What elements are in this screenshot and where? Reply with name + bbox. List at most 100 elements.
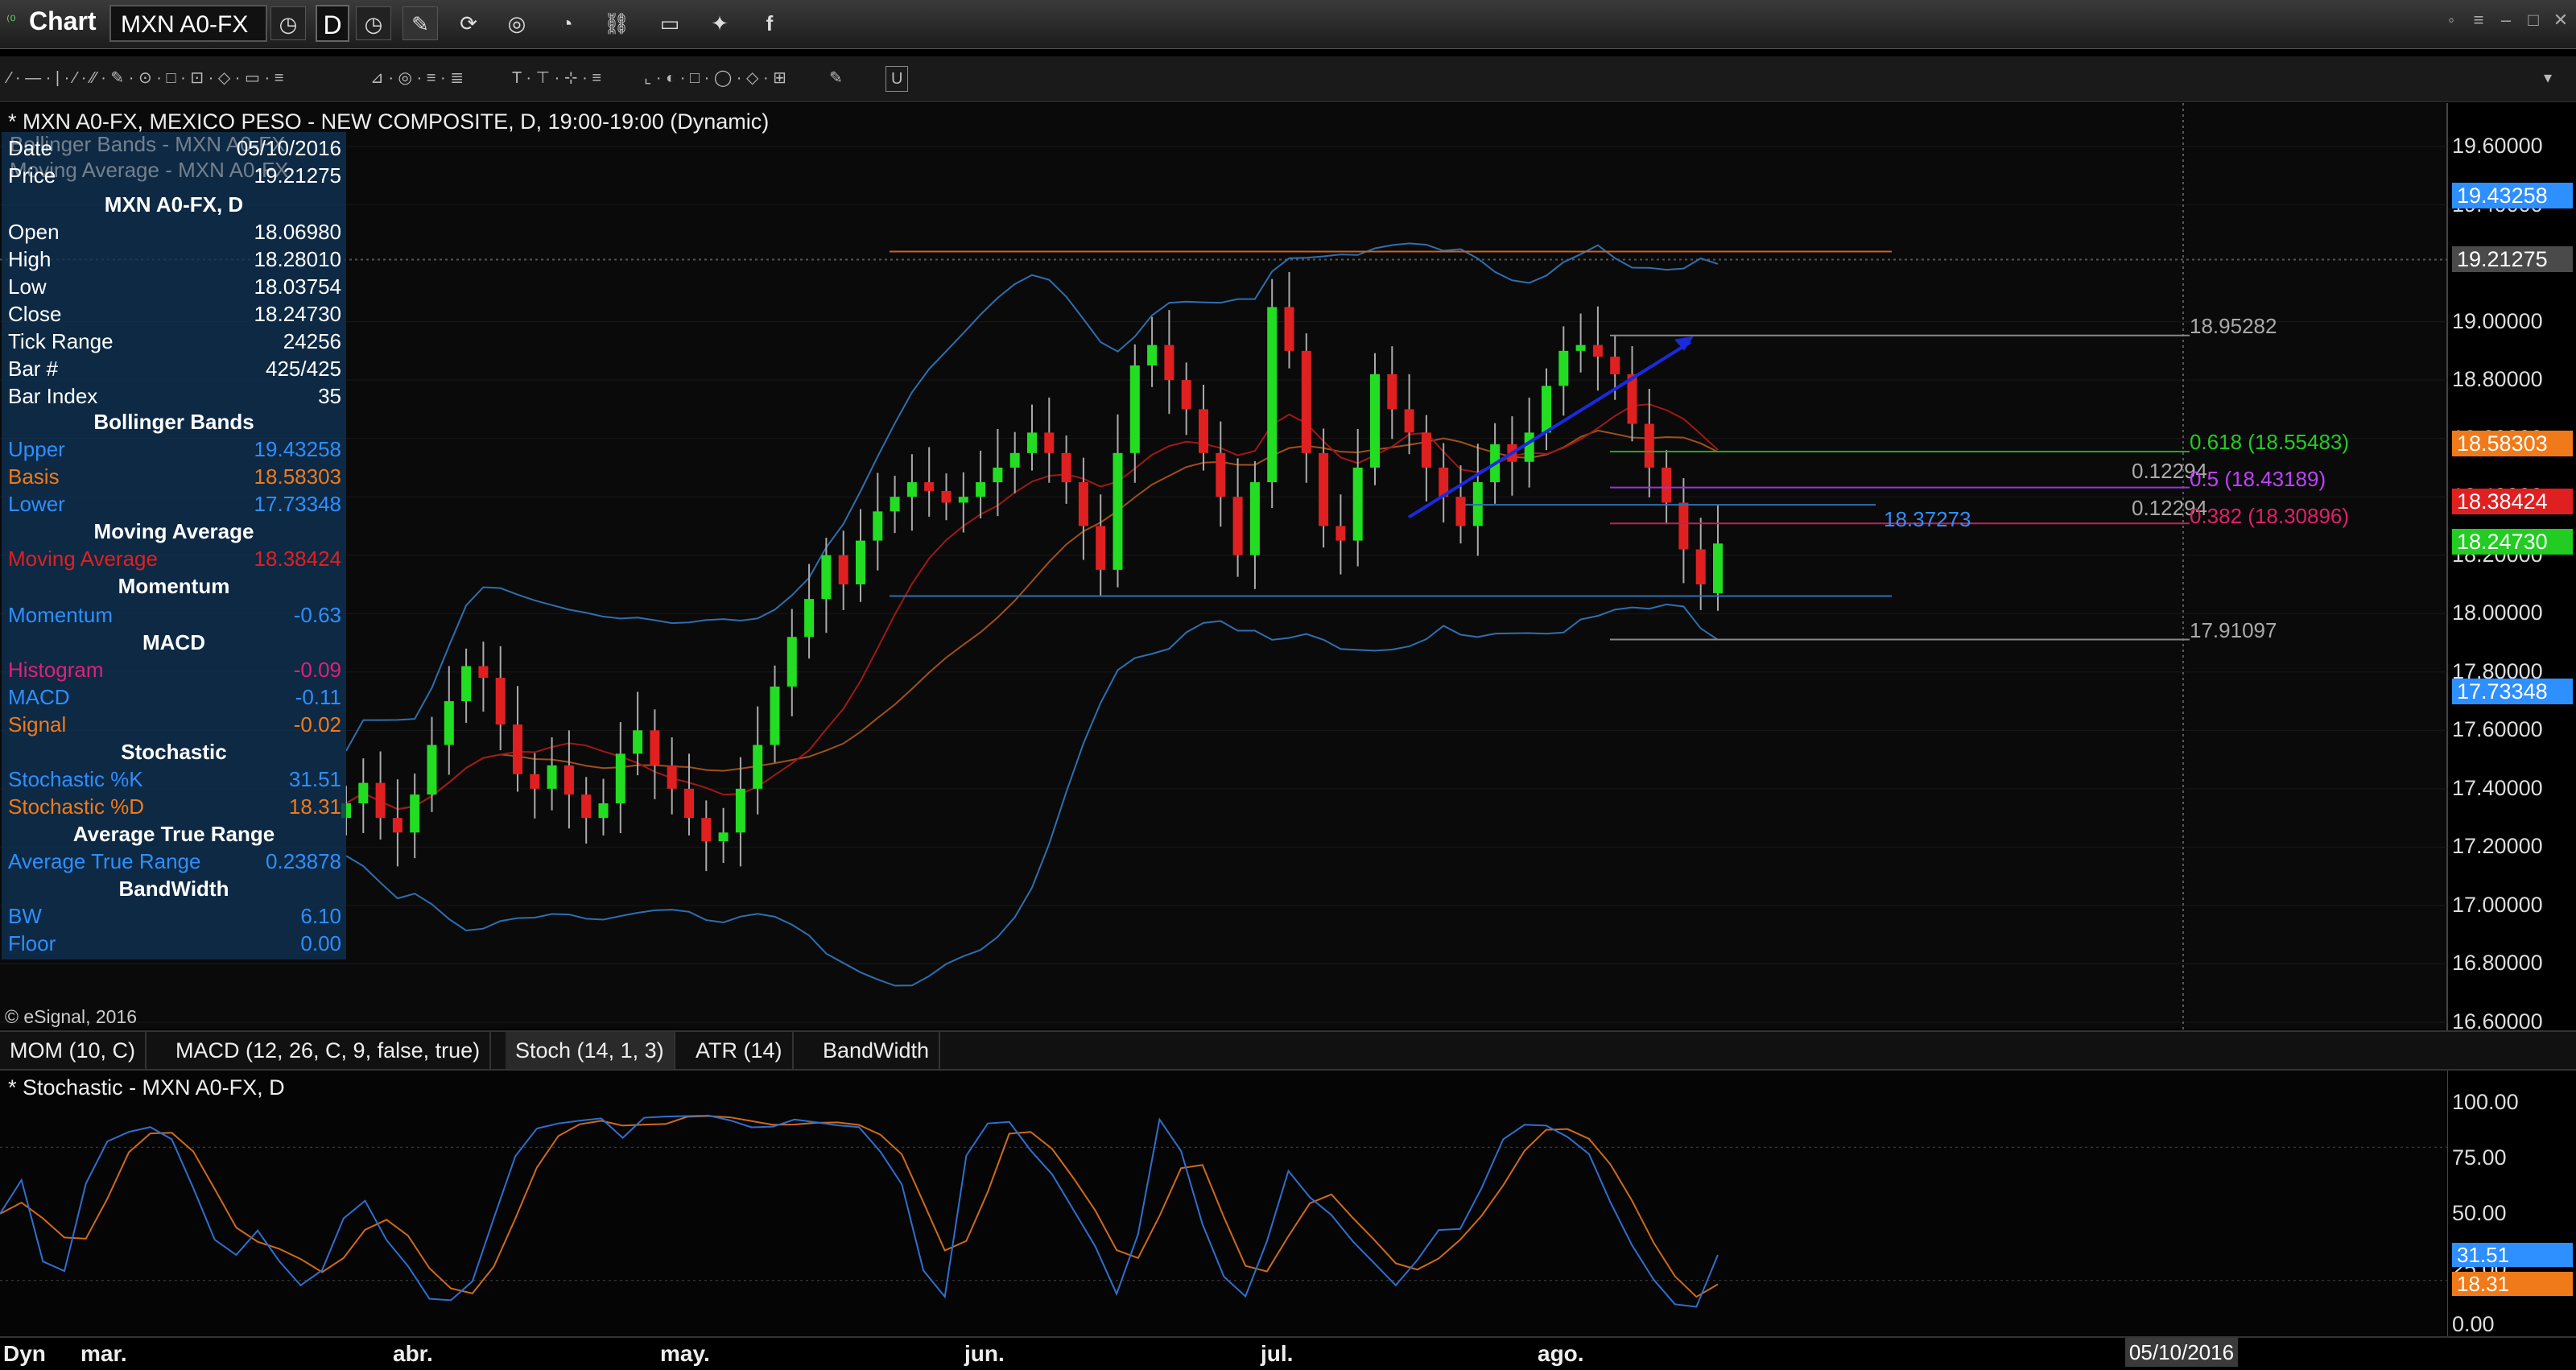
candle-body[interactable] <box>1319 452 1329 526</box>
symbol-input[interactable]: MXN A0-FX <box>109 5 267 42</box>
candle-body[interactable] <box>735 788 745 833</box>
candle-body[interactable] <box>1232 497 1243 555</box>
candle-body[interactable] <box>1610 357 1620 374</box>
candle-body[interactable] <box>804 599 815 638</box>
candle-body[interactable] <box>427 745 437 795</box>
candle-body[interactable] <box>753 745 763 789</box>
candle-body[interactable] <box>993 467 1003 483</box>
candle-body[interactable] <box>1181 380 1191 410</box>
candle-body[interactable] <box>1695 549 1706 584</box>
dynamic-label[interactable]: Dyn <box>3 1341 46 1367</box>
candle-body[interactable] <box>1421 432 1431 468</box>
candle-body[interactable] <box>375 782 386 819</box>
clock-icon[interactable]: ◔ <box>549 6 584 40</box>
candle-body[interactable] <box>1078 482 1088 526</box>
candle-body[interactable] <box>633 730 643 754</box>
candle-body[interactable] <box>1713 543 1723 593</box>
pencil-icon[interactable]: ✎ <box>402 6 438 40</box>
candle-body[interactable] <box>1249 482 1260 555</box>
candle-body[interactable] <box>1129 365 1140 453</box>
candle-body[interactable] <box>1352 467 1363 541</box>
candle-body[interactable] <box>1284 307 1294 351</box>
candle-body[interactable] <box>958 497 968 503</box>
interval-clock-icon[interactable]: ◷ <box>356 6 391 40</box>
candle-body[interactable] <box>1044 432 1055 453</box>
target-icon[interactable]: ◎ <box>499 6 535 40</box>
candle-body[interactable] <box>821 555 832 600</box>
link-icon[interactable]: ⛓ <box>599 6 634 40</box>
candle-body[interactable] <box>1267 307 1278 483</box>
candle-body[interactable] <box>1558 350 1569 386</box>
candle-body[interactable] <box>1662 467 1672 503</box>
list-icon[interactable]: ≡ <box>2467 8 2491 32</box>
candle-body[interactable] <box>513 724 522 774</box>
candle-body[interactable] <box>1301 350 1311 453</box>
candle-body[interactable] <box>547 765 557 789</box>
study-tab-0[interactable]: MOM (10, C) <box>0 1032 147 1069</box>
interval-input[interactable]: D <box>316 5 349 42</box>
candle-body[interactable] <box>1404 409 1414 433</box>
candle-body[interactable] <box>410 794 420 833</box>
candle-body[interactable] <box>1147 345 1158 365</box>
candle-body[interactable] <box>1455 497 1466 526</box>
close-icon[interactable]: ✕ <box>2549 8 2573 32</box>
candle-body[interactable] <box>873 511 883 541</box>
twitter-icon[interactable]: ✦ <box>702 6 737 40</box>
candle-body[interactable] <box>358 782 369 803</box>
link-window-icon[interactable]: ◦ <box>2439 8 2463 32</box>
candle-body[interactable] <box>1335 526 1346 541</box>
candle-body[interactable] <box>941 490 952 503</box>
candle-body[interactable] <box>1575 345 1586 351</box>
candle-body[interactable] <box>615 753 625 803</box>
drawing-tools-text[interactable]: T · ⊤ · ⊹ · ≡ <box>512 66 601 90</box>
candle-body[interactable] <box>1216 452 1226 497</box>
candle-body[interactable] <box>392 818 402 833</box>
candle-body[interactable] <box>718 832 729 842</box>
study-tab-1[interactable]: MACD (12, 26, C, 9, false, true) <box>166 1032 492 1069</box>
study-tab-3[interactable]: ATR (14) <box>686 1032 794 1069</box>
candle-body[interactable] <box>1096 526 1106 570</box>
candle-body[interactable] <box>890 497 900 512</box>
candle-body[interactable] <box>906 482 917 497</box>
candle-body[interactable] <box>1524 432 1534 462</box>
candle-body[interactable] <box>1164 345 1174 381</box>
minimize-icon[interactable]: – <box>2494 8 2518 32</box>
candle-body[interactable] <box>444 701 454 745</box>
candle-body[interactable] <box>1199 409 1208 453</box>
drawing-tools-shapes[interactable]: ⌞ · ◐ · □ · ◯ · ◇ · ⊞ <box>644 66 786 90</box>
study-tab-4[interactable]: BandWidth <box>813 1032 941 1069</box>
candle-body[interactable] <box>701 818 712 842</box>
candle-body[interactable] <box>770 686 780 745</box>
candle-body[interactable] <box>1027 432 1037 453</box>
unlock-icon[interactable]: U <box>886 66 909 92</box>
candle-body[interactable] <box>1387 373 1397 410</box>
candle-body[interactable] <box>684 788 694 819</box>
candle-body[interactable] <box>786 637 797 687</box>
candle-body[interactable] <box>461 666 472 702</box>
drawing-tools-fib[interactable]: ⊿ · ◎ · ≡ · ≣ <box>370 66 464 90</box>
eraser-icon[interactable]: ✎ <box>829 66 843 90</box>
candle-body[interactable] <box>856 540 865 584</box>
candle-body[interactable] <box>976 482 986 497</box>
candle-body[interactable] <box>1113 452 1123 570</box>
candle-body[interactable] <box>667 765 677 789</box>
candle-body[interactable] <box>1061 452 1071 483</box>
chat-icon[interactable]: ▭ <box>652 6 687 40</box>
candle-body[interactable] <box>598 803 609 819</box>
stochastic-pane[interactable] <box>0 1069 2447 1336</box>
study-tab-2[interactable]: Stoch (14, 1, 3) <box>506 1032 675 1069</box>
candle-body[interactable] <box>650 730 660 765</box>
candle-body[interactable] <box>478 666 489 679</box>
symbol-history-icon[interactable]: ◷ <box>270 6 306 40</box>
drawing-tools-lines[interactable]: ⁄ · — · | · ⁄ · ⁄⁄ · ✎ · ⊙ · □ · ⊡ · ◇ ·… <box>8 66 283 90</box>
candle-body[interactable] <box>924 482 935 491</box>
toolbar-collapse-icon[interactable]: ▾ <box>2544 66 2552 90</box>
candle-body[interactable] <box>581 794 592 819</box>
price-chart[interactable] <box>0 103 2576 1336</box>
candle-body[interactable] <box>1542 386 1551 433</box>
maximize-icon[interactable]: □ <box>2521 8 2545 32</box>
candle-body[interactable] <box>1009 452 1020 468</box>
candle-body[interactable] <box>838 555 848 584</box>
candle-body[interactable] <box>564 765 574 795</box>
candle-body[interactable] <box>1370 373 1380 468</box>
